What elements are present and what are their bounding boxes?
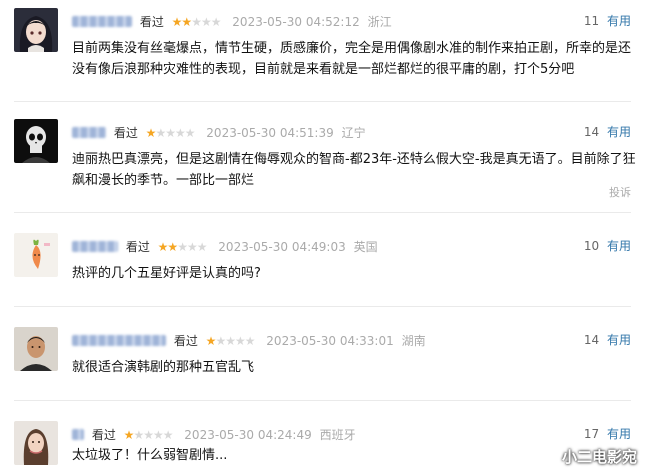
user-avatar[interactable] bbox=[14, 119, 58, 163]
rating-stars: ★★★★★ bbox=[123, 427, 174, 442]
comment-location: 湖南 bbox=[401, 333, 426, 348]
user-avatar[interactable] bbox=[14, 233, 58, 277]
vote-count: 14 bbox=[583, 125, 600, 139]
report-link[interactable]: 投诉 bbox=[609, 184, 631, 200]
skull-avatar-icon bbox=[14, 119, 58, 163]
divider bbox=[14, 400, 631, 401]
watermark: 小二电影宛 bbox=[561, 448, 637, 466]
username[interactable] bbox=[72, 429, 84, 440]
username[interactable] bbox=[72, 335, 166, 346]
watch-status: 看过 bbox=[113, 125, 138, 140]
useful-button[interactable]: 有用 bbox=[607, 125, 631, 139]
username[interactable] bbox=[72, 16, 132, 27]
comment-time: 2023-05-30 04:51:39 bbox=[206, 125, 334, 140]
vote-area: 11 有用 bbox=[584, 12, 631, 30]
comment-meta: 看过 ★★★★★ 2023-05-30 04:49:03 英国 bbox=[72, 237, 378, 255]
vote-count: 14 bbox=[583, 333, 600, 347]
rating-stars: ★★★★★ bbox=[205, 333, 256, 348]
vote-count: 11 bbox=[583, 14, 600, 28]
divider bbox=[14, 101, 631, 102]
watch-status: 看过 bbox=[91, 427, 116, 442]
comment-time: 2023-05-30 04:52:12 bbox=[232, 14, 360, 29]
user-avatar[interactable] bbox=[14, 327, 58, 371]
comment-meta: 看过 ★★★★★ 2023-05-30 04:51:39 辽宁 bbox=[72, 123, 366, 141]
vote-area: 14 有用 bbox=[584, 331, 631, 349]
vote-area: 14 有用 bbox=[584, 123, 631, 141]
username[interactable] bbox=[72, 127, 106, 138]
comment-text: 目前两集没有丝毫爆点，情节生硬，质感廉价，完全是用偶像剧水准的制作来拍正剧，所幸… bbox=[72, 41, 632, 77]
useful-button[interactable]: 有用 bbox=[607, 14, 631, 28]
comment-location: 辽宁 bbox=[341, 125, 366, 140]
comment-meta: 看过 ★★★★★ 2023-05-30 04:24:49 西班牙 bbox=[72, 425, 356, 443]
rating-stars: ★★★★★ bbox=[145, 125, 196, 140]
vote-count: 17 bbox=[583, 427, 600, 441]
useful-button[interactable]: 有用 bbox=[607, 239, 631, 253]
vote-area: 10 有用 bbox=[584, 237, 631, 255]
watch-status: 看过 bbox=[125, 239, 150, 254]
carrot-avatar-icon bbox=[14, 233, 58, 277]
comment-location: 英国 bbox=[353, 239, 378, 254]
comment-location: 浙江 bbox=[367, 14, 392, 29]
vote-count: 10 bbox=[583, 239, 600, 253]
rating-stars: ★★★★★ bbox=[171, 14, 222, 29]
woman-photo-avatar-icon bbox=[14, 421, 58, 465]
man-photo-avatar-icon bbox=[14, 327, 58, 371]
vote-area: 17 有用 bbox=[584, 425, 631, 443]
comment-text: 太垃圾了！什么弱智剧情... bbox=[72, 448, 228, 463]
comment-time: 2023-05-30 04:49:03 bbox=[218, 239, 346, 254]
comment-text: 迪丽热巴真漂亮，但是这剧情在侮辱观众的智商-都23年-还特么假大空-我是真无语了… bbox=[72, 152, 636, 188]
comment-text: 就很适合演韩剧的那种五官乱飞 bbox=[72, 360, 255, 375]
comment-text: 热评的几个五星好评是认真的吗? bbox=[72, 266, 261, 281]
anime-girl-avatar-icon bbox=[14, 8, 58, 52]
username[interactable] bbox=[72, 241, 118, 252]
watch-status: 看过 bbox=[173, 333, 198, 348]
comment-location: 西班牙 bbox=[319, 427, 356, 442]
comment-time: 2023-05-30 04:33:01 bbox=[266, 333, 394, 348]
divider bbox=[14, 306, 631, 307]
comment-meta: 看过 ★★★★★ 2023-05-30 04:52:12 浙江 bbox=[72, 12, 392, 30]
divider bbox=[14, 212, 631, 213]
useful-button[interactable]: 有用 bbox=[607, 333, 631, 347]
rating-stars: ★★★★★ bbox=[157, 239, 208, 254]
useful-button[interactable]: 有用 bbox=[607, 427, 631, 441]
watch-status: 看过 bbox=[139, 14, 164, 29]
user-avatar[interactable] bbox=[14, 421, 58, 465]
comment-meta: 看过 ★★★★★ 2023-05-30 04:33:01 湖南 bbox=[72, 331, 426, 349]
comment-time: 2023-05-30 04:24:49 bbox=[184, 427, 312, 442]
user-avatar[interactable] bbox=[14, 8, 58, 52]
